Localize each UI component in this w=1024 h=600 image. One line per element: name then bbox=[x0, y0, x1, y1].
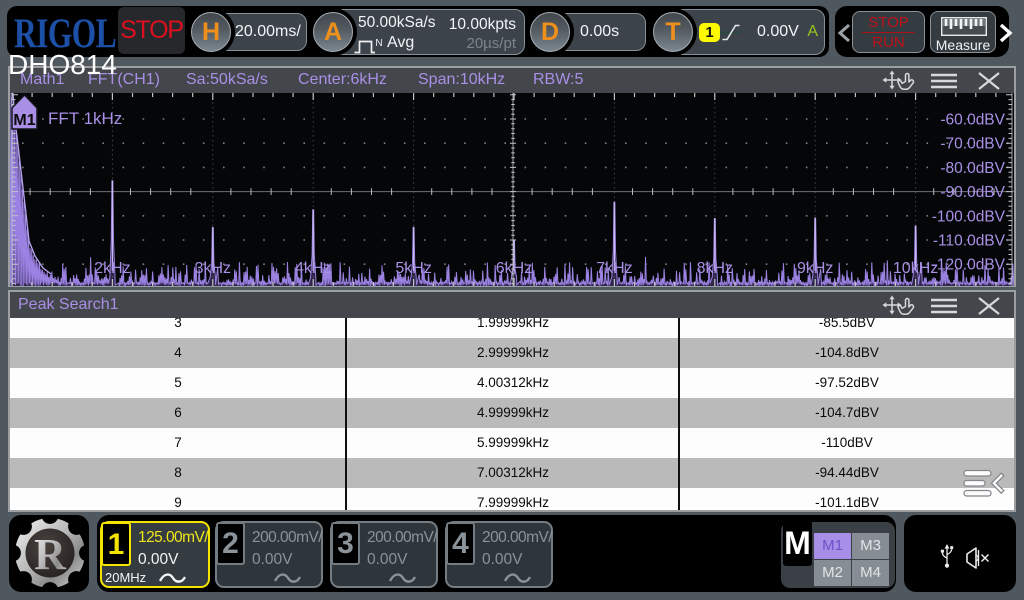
svg-text:N: N bbox=[375, 38, 382, 49]
svg-text:5kHz: 5kHz bbox=[395, 260, 431, 277]
svg-text:8kHz: 8kHz bbox=[697, 260, 733, 277]
svg-text:6kHz: 6kHz bbox=[496, 260, 532, 277]
svg-text:-60.0dBV: -60.0dBV bbox=[940, 112, 1005, 129]
svg-text:7kHz: 7kHz bbox=[596, 260, 632, 277]
svg-text:-80.0dBV: -80.0dBV bbox=[940, 160, 1005, 177]
svg-text:9kHz: 9kHz bbox=[797, 260, 833, 277]
svg-text:M1: M1 bbox=[13, 112, 35, 129]
svg-text:3kHz: 3kHz bbox=[195, 260, 231, 277]
svg-text:2kHz: 2kHz bbox=[94, 260, 130, 277]
svg-text:R: R bbox=[34, 530, 67, 579]
svg-text:-100.0dBV: -100.0dBV bbox=[932, 208, 1006, 225]
svg-text:4kHz: 4kHz bbox=[295, 260, 331, 277]
svg-text:FFT 1kHz: FFT 1kHz bbox=[48, 109, 122, 128]
svg-text:-120.0dBV: -120.0dBV bbox=[932, 257, 1006, 274]
svg-text:-90.0dBV: -90.0dBV bbox=[940, 184, 1005, 201]
svg-text:-110.0dBV: -110.0dBV bbox=[933, 233, 1006, 250]
svg-text:-70.0dBV: -70.0dBV bbox=[940, 136, 1005, 153]
